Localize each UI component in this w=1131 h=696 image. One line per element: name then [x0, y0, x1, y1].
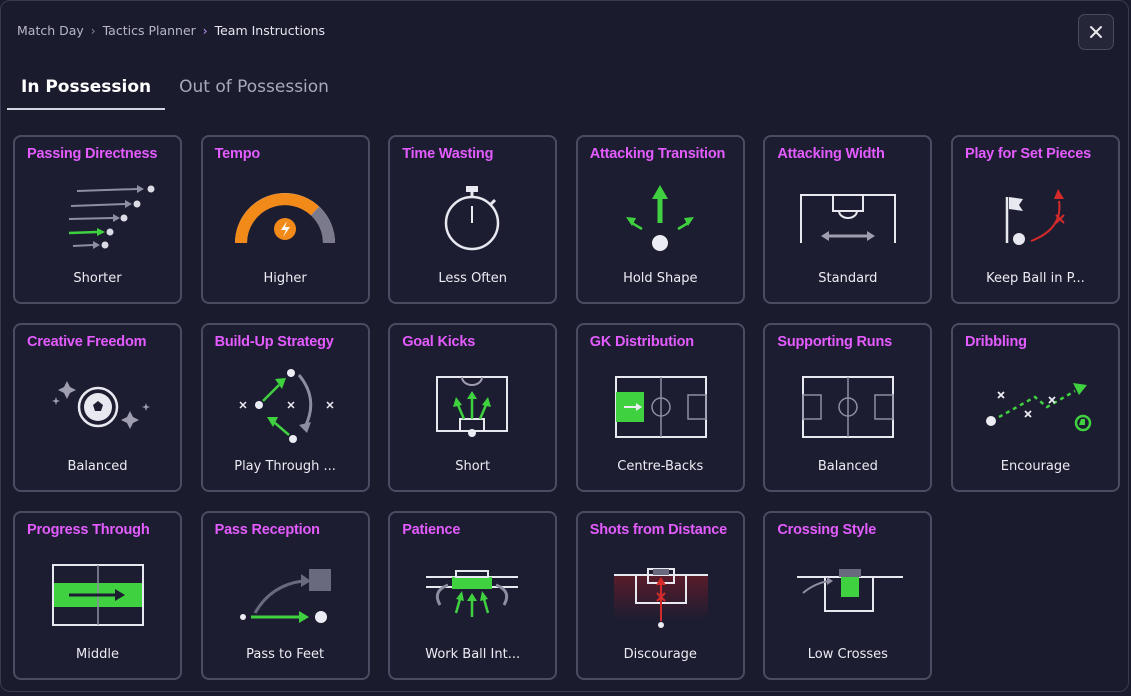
card-pass-reception[interactable]: Pass Reception Pass to Feet: [200, 511, 370, 680]
card-title: Pass Reception: [214, 522, 320, 538]
card-value: Play Through ...: [234, 459, 336, 474]
card-attacking-width[interactable]: Attacking Width Standard: [763, 135, 933, 304]
close-button[interactable]: [1078, 14, 1114, 50]
card-build-up-strategy[interactable]: Build-Up Strategy Play Through ...: [200, 323, 370, 492]
breadcrumb-tactics-planner[interactable]: Tactics Planner: [103, 23, 196, 38]
tab-out-of-possession[interactable]: Out of Possession: [165, 71, 343, 110]
instruction-cards-grid: Passing Directness Shorter Tempo Higher …: [13, 135, 1120, 680]
pass-reception-icon: [239, 569, 331, 623]
card-gk-distribution[interactable]: GK Distribution Centre-Backs: [575, 323, 745, 492]
breadcrumb: Match Day › Tactics Planner › Team Instr…: [17, 23, 325, 38]
card-title: Progress Through: [27, 522, 150, 538]
card-value: Middle: [76, 647, 119, 662]
goal-kicks-icon: [436, 376, 509, 437]
card-shots-from-distance[interactable]: Shots from Distance Discourage: [575, 511, 745, 680]
card-title: Shots from Distance: [589, 522, 727, 538]
corner-flag-icon: [1005, 189, 1065, 245]
card-value: Centre-Backs: [617, 459, 704, 474]
stopwatch-icon: [444, 186, 500, 251]
card-supporting-runs[interactable]: Supporting Runs Balanced: [763, 323, 933, 492]
build-up-icon: [239, 369, 334, 443]
card-play-for-set-pieces[interactable]: Play for Set Pieces Keep Ball in P...: [950, 135, 1120, 304]
card-value: Balanced: [67, 459, 128, 474]
card-value: Hold Shape: [623, 271, 698, 286]
team-instructions-panel: Match Day › Tactics Planner › Team Instr…: [0, 0, 1129, 692]
breadcrumb-match-day[interactable]: Match Day: [17, 23, 84, 38]
card-title: GK Distribution: [589, 334, 694, 350]
patience-icon: [426, 570, 519, 617]
football-sparkle-icon: [52, 381, 150, 429]
card-value: Higher: [263, 271, 307, 286]
card-title: Time Wasting: [402, 146, 494, 162]
progress-through-icon: [52, 564, 144, 626]
card-creative-freedom[interactable]: Creative Freedom Balanced: [13, 323, 182, 492]
passing-directness-icon: [68, 185, 155, 249]
tab-in-possession[interactable]: In Possession: [7, 71, 166, 110]
card-value: Encourage: [1000, 459, 1071, 474]
card-value: Short: [455, 459, 491, 474]
card-title: Build-Up Strategy: [214, 334, 334, 350]
card-dribbling[interactable]: Dribbling Encourage: [950, 323, 1120, 492]
card-title: Goal Kicks: [402, 334, 476, 350]
card-title: Attacking Width: [777, 146, 885, 162]
card-title: Supporting Runs: [777, 334, 892, 350]
attacking-width-icon: [800, 194, 897, 243]
card-passing-directness[interactable]: Passing Directness Shorter: [13, 135, 182, 304]
possession-tabs: In Possession Out of Possession: [7, 71, 343, 110]
attacking-transition-icon: [625, 185, 694, 251]
crossing-style-icon: [797, 569, 904, 612]
card-title: Dribbling: [964, 334, 1027, 350]
shots-from-distance-icon: [613, 568, 708, 628]
card-progress-through[interactable]: Progress Through Middle: [13, 511, 182, 680]
card-value: Standard: [818, 271, 878, 286]
card-value: Shorter: [73, 271, 122, 286]
card-title: Patience: [402, 522, 461, 538]
chevron-right-icon: ›: [90, 23, 96, 38]
chevron-right-icon: ›: [202, 23, 208, 38]
card-title: Tempo: [214, 146, 261, 162]
card-attacking-transition[interactable]: Attacking Transition Hold Shape: [575, 135, 745, 304]
supporting-runs-icon: [802, 376, 895, 438]
card-title: Creative Freedom: [27, 334, 147, 350]
card-value: Less Often: [438, 271, 507, 286]
breadcrumb-team-instructions: Team Instructions: [214, 23, 326, 38]
card-value: Pass to Feet: [246, 647, 325, 662]
card-title: Passing Directness: [27, 146, 158, 162]
card-value: Low Crosses: [807, 647, 888, 662]
dribbling-icon: [985, 383, 1092, 432]
close-icon: [1090, 26, 1102, 38]
card-value: Balanced: [817, 459, 878, 474]
card-tempo[interactable]: Tempo Higher: [200, 135, 370, 304]
card-title: Play for Set Pieces: [964, 146, 1091, 162]
card-value: Work Ball Int...: [425, 647, 521, 662]
card-value: Discourage: [623, 647, 697, 662]
card-value: Keep Ball in P...: [986, 271, 1085, 286]
tempo-gauge-icon: [234, 193, 335, 244]
card-crossing-style[interactable]: Crossing Style Low Crosses: [763, 511, 933, 680]
card-time-wasting[interactable]: Time Wasting Less Often: [388, 135, 558, 304]
gk-distribution-icon: [614, 376, 707, 438]
card-title: Attacking Transition: [589, 146, 726, 162]
card-goal-kicks[interactable]: Goal Kicks Short: [388, 323, 558, 492]
card-title: Crossing Style: [777, 522, 877, 538]
card-patience[interactable]: Patience Work Ball Int...: [388, 511, 558, 680]
